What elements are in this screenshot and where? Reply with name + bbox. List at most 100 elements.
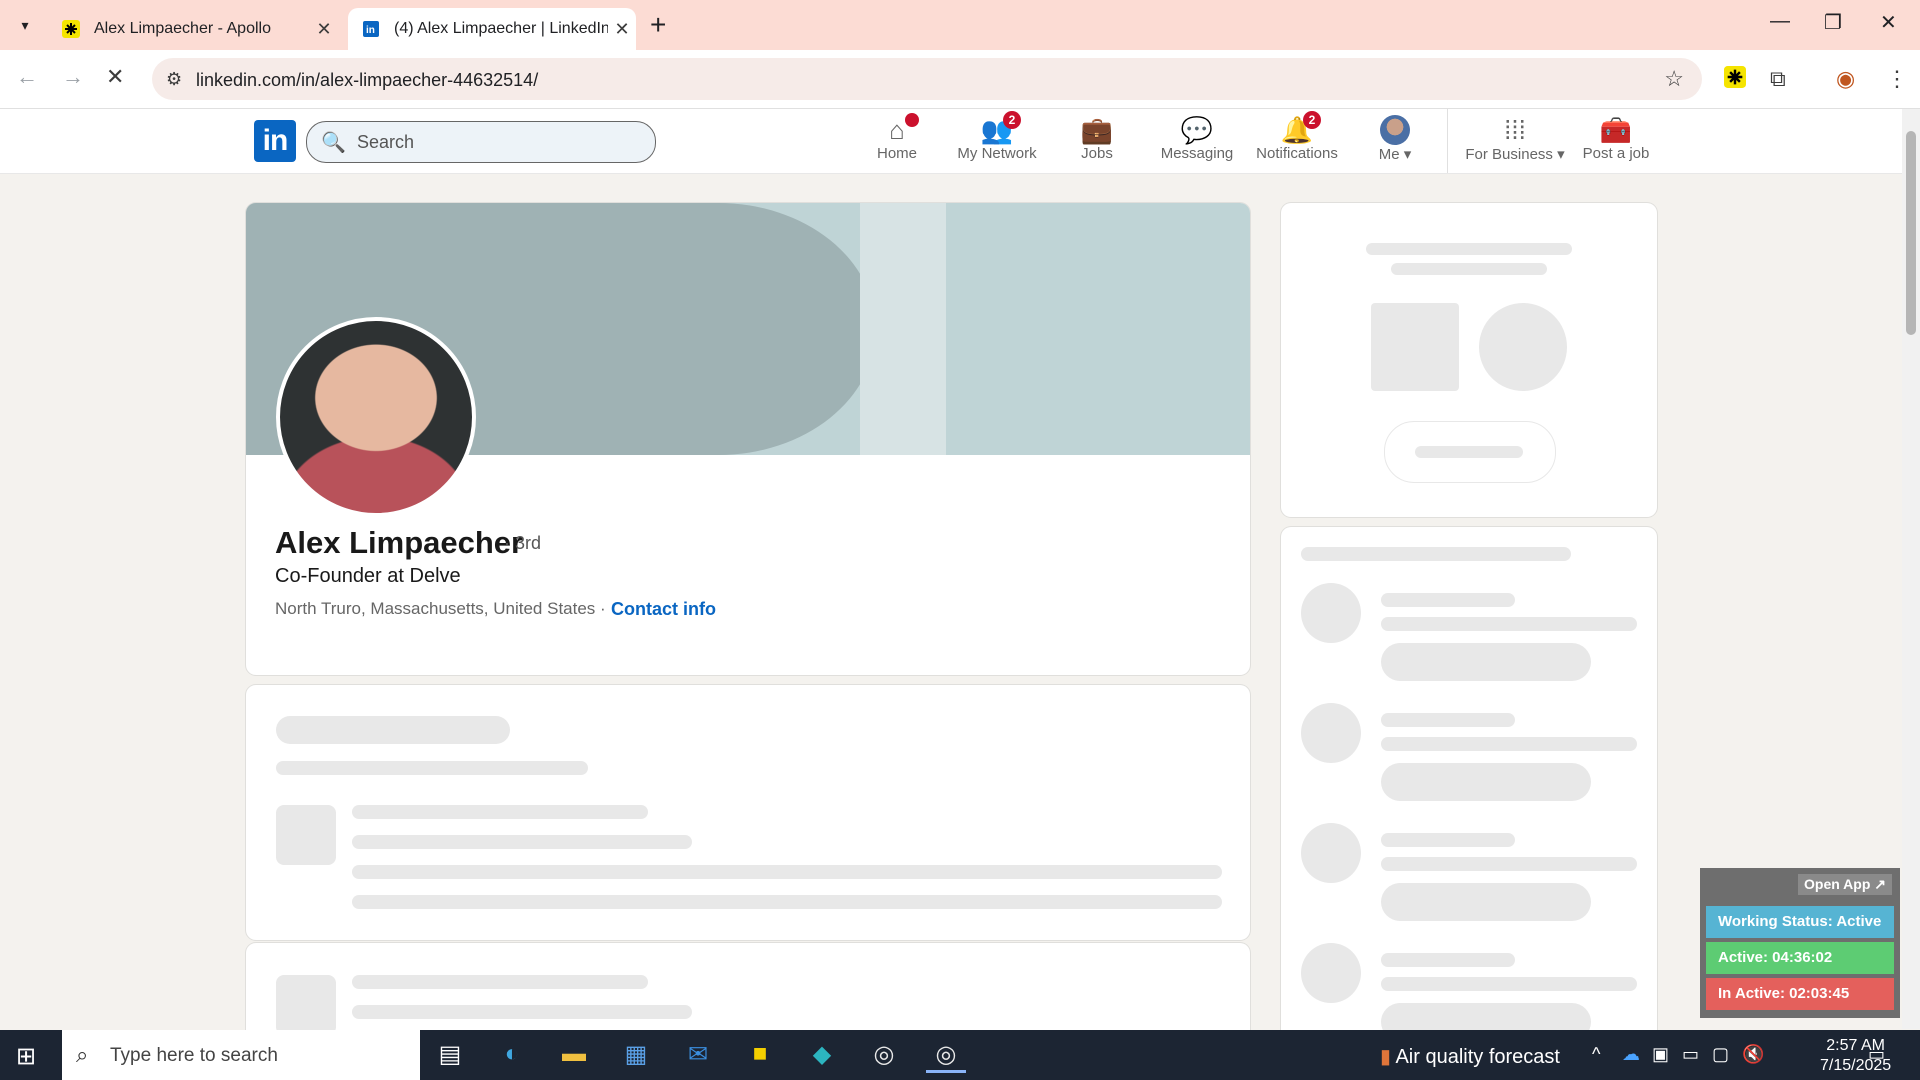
taskbar-search[interactable]: ⌕ Type here to search bbox=[62, 1030, 420, 1080]
nav-home[interactable]: ⌂ Home bbox=[847, 113, 947, 162]
windows-taskbar: ⊞ ⌕ Type here to search ▤ ◐ ▬ ▦ ✉ ■ ◆ ◎ … bbox=[0, 1030, 1920, 1080]
file-explorer-icon[interactable]: ▬ bbox=[554, 1040, 594, 1070]
banner-shape bbox=[860, 203, 946, 455]
skeleton-bar bbox=[352, 835, 692, 849]
weather-icon: ▮ bbox=[1380, 1046, 1392, 1068]
site-info-icon[interactable]: ⚙ bbox=[166, 69, 182, 90]
weather-widget[interactable]: ▮ Air quality forecast bbox=[1380, 1044, 1560, 1069]
skeleton-bar bbox=[1381, 617, 1637, 631]
skeleton-button bbox=[1384, 421, 1556, 483]
taskbar-search-placeholder: Type here to search bbox=[110, 1045, 278, 1066]
stop-loading-icon[interactable]: ✕ bbox=[106, 64, 124, 90]
edge-icon[interactable]: ◐ bbox=[492, 1040, 532, 1070]
notification-center-icon[interactable]: ▭ bbox=[1868, 1044, 1885, 1065]
skeleton-square bbox=[276, 805, 336, 865]
briefcase-icon: 💼 bbox=[1080, 115, 1114, 145]
mail-icon[interactable]: ✉ bbox=[678, 1040, 718, 1070]
skeleton-bar bbox=[1381, 857, 1637, 871]
browser-toolbar: ← → ✕ ⚙ linkedin.com/in/alex-limpaecher-… bbox=[0, 50, 1920, 109]
scrollbar-thumb[interactable] bbox=[1906, 131, 1916, 335]
chevron-up-icon[interactable]: ^ bbox=[1592, 1044, 1600, 1065]
nav-my-network[interactable]: 👥 2 My Network bbox=[947, 111, 1047, 162]
close-window-icon[interactable]: ✕ bbox=[1880, 10, 1897, 35]
page-scrollbar[interactable] bbox=[1902, 109, 1920, 1029]
active-timer: Active: 04:36:02 bbox=[1706, 942, 1894, 974]
tab-apollo[interactable]: Alex Limpaecher - Apollo ✕ bbox=[48, 8, 338, 50]
search-icon: 🔍 bbox=[321, 132, 346, 154]
nav-label: For Business bbox=[1465, 146, 1553, 163]
nav-jobs[interactable]: 💼 Jobs bbox=[1047, 115, 1147, 162]
address-bar[interactable]: ⚙ linkedin.com/in/alex-limpaecher-446325… bbox=[152, 58, 1702, 100]
skeleton-circle bbox=[1301, 943, 1361, 1003]
profile-photo[interactable] bbox=[276, 317, 476, 517]
skeleton-bar bbox=[1381, 977, 1637, 991]
store-icon[interactable]: ▦ bbox=[616, 1040, 656, 1070]
network-icon[interactable]: ▢ bbox=[1712, 1044, 1729, 1065]
windows-start-icon[interactable]: ⊞ bbox=[16, 1042, 36, 1071]
inactive-timer: In Active: 02:03:45 bbox=[1706, 978, 1894, 1010]
grid-icon: ⁞⁞⁞ bbox=[1504, 115, 1526, 145]
nav-me[interactable]: Me ▾ bbox=[1345, 115, 1445, 163]
new-tab-icon[interactable]: + bbox=[650, 10, 666, 40]
skeleton-bar bbox=[1381, 713, 1515, 727]
onedrive-icon[interactable]: ☁ bbox=[1622, 1044, 1640, 1065]
skeleton-circle bbox=[1301, 823, 1361, 883]
sticky-notes-icon[interactable]: ■ bbox=[740, 1040, 780, 1070]
back-icon[interactable]: ← bbox=[16, 64, 38, 90]
tab-search-dropdown[interactable]: ▾ bbox=[10, 10, 40, 40]
close-tab-icon[interactable]: ✕ bbox=[608, 19, 636, 40]
bookmark-star-icon[interactable]: ☆ bbox=[1664, 66, 1684, 92]
skeleton-bar bbox=[352, 895, 1222, 909]
skeleton-square bbox=[1371, 303, 1459, 391]
skeleton-bar bbox=[1381, 833, 1515, 847]
chrome-active-icon[interactable]: ◎ bbox=[926, 1040, 966, 1073]
connection-degree: · 3rd bbox=[504, 533, 542, 553]
tab-linkedin[interactable]: in (4) Alex Limpaecher | LinkedIn ✕ bbox=[348, 8, 636, 50]
linkedin-logo[interactable]: in bbox=[254, 120, 296, 162]
minimize-icon[interactable]: — bbox=[1770, 10, 1790, 33]
loading-card bbox=[246, 685, 1250, 940]
nav-for-business[interactable]: ⁞⁞⁞ For Business ▾ bbox=[1460, 115, 1570, 163]
skeleton-bar bbox=[1381, 953, 1515, 967]
restore-icon[interactable]: ❐ bbox=[1824, 10, 1842, 35]
nav-label: Me bbox=[1378, 146, 1400, 163]
nav-label: Messaging bbox=[1160, 145, 1234, 162]
url-text[interactable]: linkedin.com/in/alex-limpaecher-44632514… bbox=[196, 70, 538, 91]
open-app-button[interactable]: Open App ↗ bbox=[1798, 874, 1892, 895]
profile-card: Alex Limpaecher · 3rd Co-Founder at Delv… bbox=[246, 203, 1250, 675]
nav-messaging[interactable]: 💬 Messaging bbox=[1147, 115, 1247, 162]
nav-post-job[interactable]: 🧰 Post a job bbox=[1566, 115, 1666, 162]
skeleton-bar bbox=[352, 805, 648, 819]
search-input[interactable] bbox=[355, 128, 639, 156]
app-icon[interactable]: ◆ bbox=[802, 1040, 842, 1070]
profile-icon[interactable]: ◉ bbox=[1836, 66, 1855, 92]
skeleton-circle bbox=[1301, 583, 1361, 643]
chrome-icon[interactable]: ◎ bbox=[864, 1040, 904, 1070]
apollo-extension-icon[interactable] bbox=[1724, 66, 1746, 94]
nav-label: Home bbox=[876, 145, 917, 162]
linkedin-header: in 🔍 ⌂ Home 👥2 My Network 💼 Jobs 💬 Messa… bbox=[0, 109, 1902, 174]
close-tab-icon[interactable]: ✕ bbox=[310, 19, 338, 40]
linkedin-icon: in bbox=[362, 20, 380, 38]
camera-icon[interactable]: ▣ bbox=[1652, 1044, 1669, 1065]
menu-kebab-icon[interactable]: ⋮ bbox=[1886, 66, 1908, 92]
nav-notifications[interactable]: 🔔 2 Notifications bbox=[1247, 111, 1347, 162]
browser-tab-bar: ▾ Alex Limpaecher - Apollo ✕ in (4) Alex… bbox=[0, 0, 1920, 50]
profile-headline: Co-Founder at Delve bbox=[275, 565, 461, 587]
extensions-puzzle-icon[interactable]: ⧉ bbox=[1770, 66, 1786, 92]
skeleton-bar bbox=[352, 1005, 692, 1019]
skeleton-bar bbox=[276, 716, 510, 744]
skeleton-bar bbox=[276, 761, 588, 775]
chat-icon: 💬 bbox=[1180, 115, 1214, 145]
volume-muted-icon[interactable]: 🔇 bbox=[1742, 1044, 1764, 1065]
skeleton-square bbox=[276, 975, 336, 1035]
svg-text:in: in bbox=[366, 25, 375, 36]
search-icon: ⌕ bbox=[76, 1042, 89, 1067]
battery-icon[interactable]: ▭ bbox=[1682, 1044, 1699, 1065]
skeleton-bar bbox=[1415, 446, 1523, 458]
task-view-icon[interactable]: ▤ bbox=[430, 1040, 470, 1070]
search-box[interactable]: 🔍 bbox=[306, 121, 656, 163]
contact-info-link[interactable]: Contact info bbox=[611, 599, 716, 620]
forward-icon[interactable]: → bbox=[62, 64, 84, 90]
loading-sidebar-card bbox=[1281, 527, 1657, 1067]
